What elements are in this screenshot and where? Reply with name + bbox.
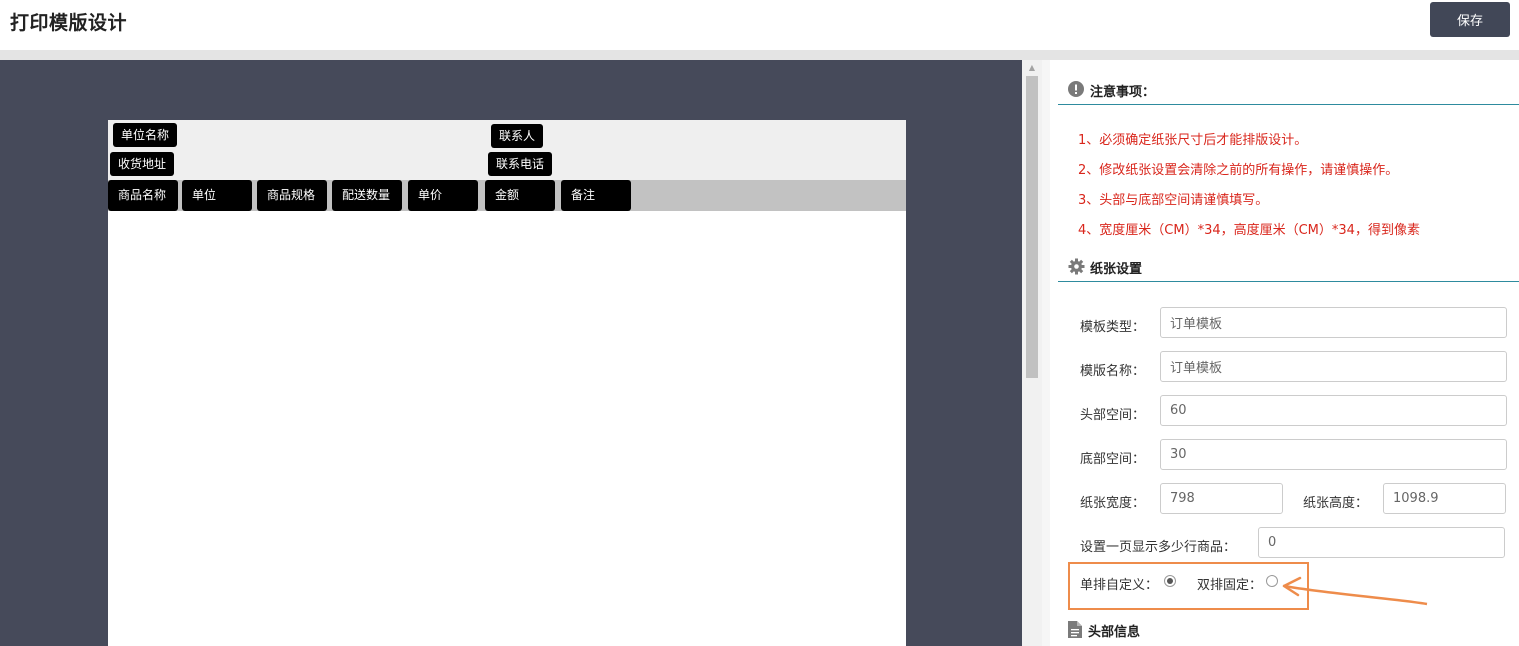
header-info-title: 头部信息 [1088, 625, 1141, 640]
scroll-thumb[interactable] [1026, 76, 1038, 378]
template-name-label: 模版名称： [1080, 364, 1146, 379]
footer-space-field[interactable] [1160, 439, 1507, 470]
paper-settings-section-header: 纸张设置 [1058, 252, 1519, 282]
notice-line-1: 1、必须确定纸张尺寸后才能排版设计。 [1078, 133, 1308, 148]
exclamation-circle-icon [1068, 81, 1084, 97]
paper-settings-title: 纸张设置 [1090, 262, 1143, 277]
divider [0, 50, 1519, 60]
field-contact-phone[interactable]: 联系电话 [488, 152, 553, 176]
column-unit[interactable]: 单位 [182, 180, 252, 211]
column-unit-price[interactable]: 单价 [408, 180, 478, 211]
paper-height-label: 纸张高度： [1303, 496, 1369, 511]
paper-width-field[interactable] [1160, 483, 1283, 514]
header-space-label: 头部空间： [1080, 408, 1146, 423]
scroll-up-arrow-icon[interactable]: ▲ [1022, 60, 1042, 76]
settings-panel: 注意事项： 1、必须确定纸张尺寸后才能排版设计。 2、修改纸张设置会清除之前的所… [1042, 60, 1519, 646]
field-unit-name[interactable]: 单位名称 [113, 123, 178, 147]
template-type-field[interactable] [1160, 307, 1507, 338]
column-quantity[interactable]: 配送数量 [332, 180, 402, 211]
template-type-label: 模板类型： [1080, 320, 1146, 335]
document-icon [1068, 621, 1082, 638]
vertical-scrollbar[interactable]: ▲ [1022, 60, 1042, 646]
header-info-section-header: 头部信息 [1058, 615, 1519, 645]
notice-line-2: 2、修改纸张设置会清除之前的所有操作，请谨慎操作。 [1078, 163, 1399, 178]
annotation-arrow-icon [1282, 576, 1428, 606]
column-remark[interactable]: 备注 [561, 180, 631, 211]
rows-per-page-field[interactable] [1258, 527, 1505, 558]
header-space-field[interactable] [1160, 395, 1507, 426]
gear-icon [1068, 258, 1085, 275]
paper-width-label: 纸张宽度： [1080, 496, 1146, 511]
notice-title: 注意事项： [1090, 85, 1156, 100]
design-canvas: 单位名称 联系人 收货地址 联系电话 商品名称 单位 商品规格 配送数量 单价 … [0, 60, 1022, 646]
footer-space-label: 底部空间： [1080, 452, 1146, 467]
template-name-field[interactable] [1160, 351, 1507, 382]
app-window: 打印模版设计 保存 单位名称 联系人 收货地址 联系电话 商品名称 单位 商品规… [0, 0, 1519, 646]
column-amount[interactable]: 金额 [485, 180, 555, 211]
save-button[interactable]: 保存 [1430, 2, 1510, 37]
notice-line-4: 4、宽度厘米（CM）*34，高度厘米（CM）*34，得到像素 [1078, 223, 1420, 238]
column-spec[interactable]: 商品规格 [257, 180, 327, 211]
paper-sheet: 单位名称 联系人 收货地址 联系电话 商品名称 单位 商品规格 配送数量 单价 … [108, 120, 906, 646]
rows-per-page-label: 设置一页显示多少行商品： [1080, 540, 1237, 555]
notice-line-3: 3、头部与底部空间请谨慎填写。 [1078, 193, 1269, 208]
top-bar: 打印模版设计 保存 [0, 0, 1519, 50]
column-product-name[interactable]: 商品名称 [108, 180, 178, 211]
page-title: 打印模版设计 [10, 12, 128, 34]
field-contact[interactable]: 联系人 [491, 124, 544, 148]
paper-height-field[interactable] [1383, 483, 1506, 514]
field-delivery-address[interactable]: 收货地址 [110, 152, 175, 176]
notice-section-header: 注意事项： [1058, 75, 1519, 105]
